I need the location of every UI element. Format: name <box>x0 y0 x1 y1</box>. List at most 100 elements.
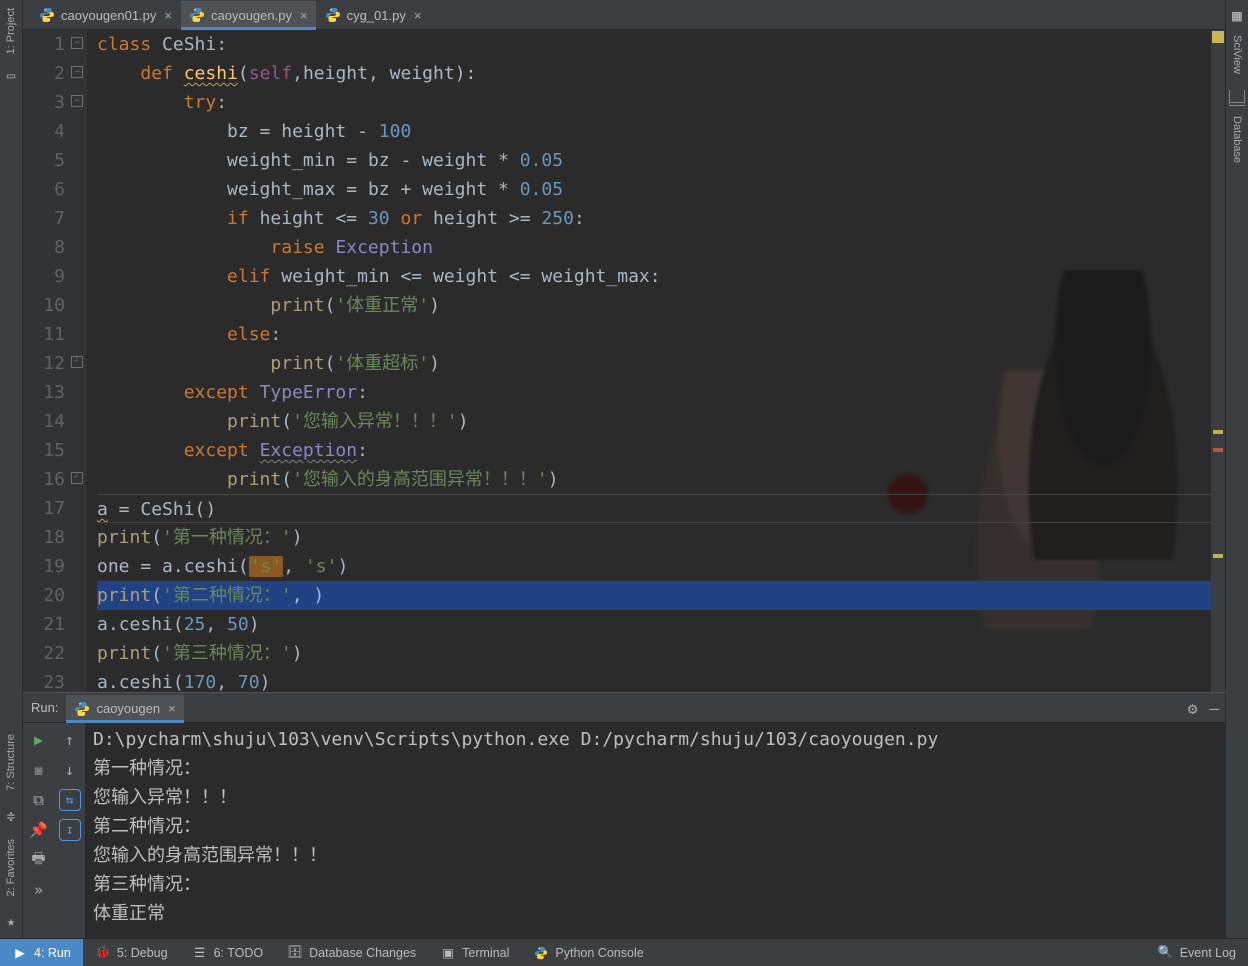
console-output[interactable]: D:\pycharm\shuju\103\venv\Scripts\python… <box>85 723 1225 938</box>
status-bar: ▶ 4: Run 🐞 5: Debug ☰ 6: TODO 🗄 Database… <box>0 938 1248 966</box>
rerun-button[interactable]: ▶ <box>23 725 54 755</box>
todo-icon: ☰ <box>192 945 208 961</box>
code-line[interactable]: print('第一种情况：') <box>97 523 1211 552</box>
code-line[interactable]: try: <box>97 88 1211 117</box>
code-line[interactable]: weight_min = bz - weight * 0.05 <box>97 146 1211 175</box>
python-file-icon <box>325 7 341 23</box>
code-line[interactable]: a.ceshi(25, 50) <box>97 610 1211 639</box>
gear-icon[interactable]: ⚙ <box>1188 699 1198 718</box>
code-area[interactable]: class CeShi: def ceshi(self,height, weig… <box>87 30 1211 692</box>
gutter: 1234567891011121314151617181920212223 <box>23 30 87 692</box>
code-line[interactable]: class CeShi: <box>97 30 1211 59</box>
database-icon: 🗄 <box>287 945 303 961</box>
status-terminal-button[interactable]: ▣ Terminal <box>428 939 521 966</box>
tab-caoyougen01[interactable]: caoyougen01.py × <box>31 1 180 29</box>
status-label: Event Log <box>1180 946 1236 960</box>
console-line: 第三种情况： <box>93 870 1225 899</box>
code-line[interactable]: bz = height - 100 <box>97 117 1211 146</box>
status-debug-button[interactable]: 🐞 5: Debug <box>83 939 180 966</box>
editor-tabs: caoyougen01.py × caoyougen.py × cyg_01.p… <box>23 0 1225 30</box>
python-file-icon <box>74 701 90 717</box>
print-button[interactable]: 🖶 <box>23 845 54 875</box>
bug-icon: 🐞 <box>95 945 111 961</box>
tab-caoyougen[interactable]: caoyougen.py × <box>181 1 316 29</box>
code-line[interactable]: one = a.ceshi('s', 's') <box>97 552 1211 581</box>
tab-label: caoyougen.py <box>211 8 292 23</box>
code-line[interactable]: except Exception: <box>97 436 1211 465</box>
right-tool-rail: ▦ SciView Database <box>1225 0 1248 938</box>
layout-button[interactable]: ⧉ <box>23 785 54 815</box>
database-tool-button[interactable]: Database <box>1229 112 1245 167</box>
code-line[interactable]: print('体重超标') <box>97 349 1211 378</box>
run-tab[interactable]: caoyougen × <box>66 695 183 722</box>
error-stripe[interactable] <box>1211 30 1225 692</box>
pin-button[interactable]: 📌 <box>23 815 54 845</box>
status-todo-button[interactable]: ☰ 6: TODO <box>180 939 276 966</box>
python-file-icon <box>39 7 55 23</box>
python-icon <box>533 945 549 961</box>
minimize-icon[interactable]: — <box>1209 699 1219 718</box>
status-label: Database Changes <box>309 946 416 960</box>
more-button[interactable]: » <box>23 875 54 905</box>
code-line[interactable]: if height <= 30 or height >= 250: <box>97 204 1211 233</box>
status-dbchanges-button[interactable]: 🗄 Database Changes <box>275 939 428 966</box>
close-icon[interactable]: × <box>164 8 172 23</box>
run-title: Run: <box>29 700 66 715</box>
project-folder-icon: ▭ <box>3 68 19 84</box>
left-tool-rail: 1: Project ▭ 7: Structure ≑ 2: Favorites… <box>0 0 23 938</box>
grid-icon: ▦ <box>1232 6 1242 25</box>
scroll-to-end-button[interactable]: ↧ <box>59 819 81 841</box>
console-line: 体重正常 <box>93 899 1225 928</box>
down-button[interactable]: ↓ <box>54 755 85 785</box>
status-label: 5: Debug <box>117 946 168 960</box>
structure-tool-button[interactable]: 7: Structure <box>3 730 19 795</box>
close-icon[interactable]: × <box>168 701 176 716</box>
code-line[interactable]: print('第三种情况：') <box>97 639 1211 668</box>
code-line[interactable]: def ceshi(self,height, weight): <box>97 59 1211 88</box>
console-line: 您输入的身高范围异常！！！ <box>93 841 1225 870</box>
status-eventlog-button[interactable]: 🔍 Event Log <box>1146 939 1248 966</box>
code-line[interactable]: weight_max = bz + weight * 0.05 <box>97 175 1211 204</box>
close-icon[interactable]: × <box>414 8 422 23</box>
run-tab-label: caoyougen <box>96 701 160 716</box>
up-button[interactable]: ↑ <box>54 725 85 755</box>
code-line[interactable]: print('您输入的身高范围异常！！！') <box>97 465 1211 494</box>
status-label: 6: TODO <box>214 946 264 960</box>
code-editor[interactable]: 1234567891011121314151617181920212223 cl… <box>23 30 1225 692</box>
favorites-tool-button[interactable]: 2: Favorites <box>3 835 19 900</box>
code-line[interactable]: elif weight_min <= weight <= weight_max: <box>97 262 1211 291</box>
code-line[interactable]: a.ceshi(170, 70) <box>97 668 1211 692</box>
sciview-tool-button[interactable]: SciView <box>1229 31 1245 78</box>
project-tool-button[interactable]: 1: Project <box>3 4 19 58</box>
console-line: 您输入异常！！！ <box>93 783 1225 812</box>
code-line[interactable]: a = CeShi() <box>97 494 1211 523</box>
code-line[interactable]: print('您输入异常！！！') <box>97 407 1211 436</box>
close-icon[interactable]: × <box>300 8 308 23</box>
stop-button[interactable]: ◼ <box>23 755 54 785</box>
tab-label: caoyougen01.py <box>61 8 156 23</box>
structure-icon: ≑ <box>3 809 19 825</box>
tab-label: cyg_01.py <box>347 8 406 23</box>
code-line[interactable]: print('第二种情况：', ) <box>97 581 1211 610</box>
search-icon: 🔍 <box>1158 945 1174 961</box>
console-line: D:\pycharm\shuju\103\venv\Scripts\python… <box>93 725 1225 754</box>
console-line: 第二种情况： <box>93 812 1225 841</box>
status-run-button[interactable]: ▶ 4: Run <box>0 939 83 966</box>
python-file-icon <box>189 7 205 23</box>
status-pyconsole-button[interactable]: Python Console <box>521 939 655 966</box>
status-label: Python Console <box>555 946 643 960</box>
code-line[interactable]: print('体重正常') <box>97 291 1211 320</box>
star-icon: ★ <box>3 914 19 930</box>
stripe-indicator-icon <box>1212 31 1224 43</box>
play-icon: ▶ <box>12 945 28 961</box>
code-line[interactable]: else: <box>97 320 1211 349</box>
run-toolbar: ▶ ↑ ◼ ↓ ⧉ ⇆ 📌 ↧ 🖶 » <box>23 723 85 938</box>
run-tool-window: Run: caoyougen × ⚙ — ▶ ↑ ◼ ↓ ⧉ ⇆ 📌 ↧ 🖶 »… <box>23 692 1225 938</box>
status-label: Terminal <box>462 946 509 960</box>
soft-wrap-button[interactable]: ⇆ <box>59 789 81 811</box>
code-line[interactable]: except TypeError: <box>97 378 1211 407</box>
database-icon <box>1229 90 1245 106</box>
code-line[interactable]: raise Exception <box>97 233 1211 262</box>
status-label: 4: Run <box>34 946 71 960</box>
tab-cyg01[interactable]: cyg_01.py × <box>317 1 430 29</box>
